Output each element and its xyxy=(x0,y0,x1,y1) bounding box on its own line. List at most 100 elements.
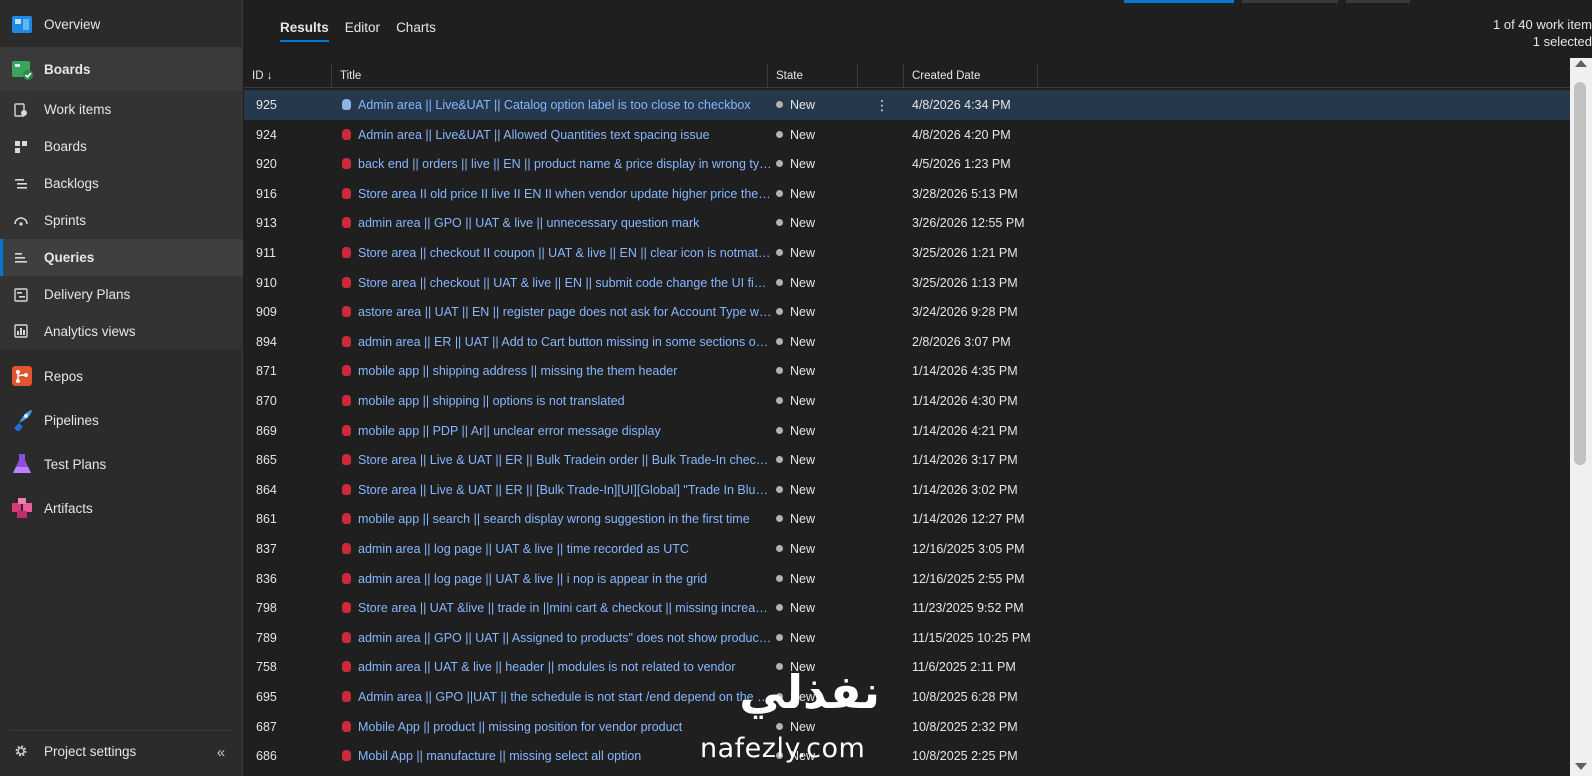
row-title-link[interactable]: mobile app || PDP || Ar|| unclear error … xyxy=(342,416,772,446)
row-title-link[interactable]: back end || orders || live || EN || prod… xyxy=(342,149,772,179)
table-row[interactable]: 871 mobile app || shipping address || mis… xyxy=(244,356,1570,386)
row-created-date: 12/16/2025 2:55 PM xyxy=(912,571,1025,586)
table-row[interactable]: 798 Store area || UAT &live || trade in |… xyxy=(244,593,1570,623)
table-row[interactable]: 910 Store area || checkout || UAT & live … xyxy=(244,268,1570,298)
bug-icon xyxy=(342,720,351,732)
collapse-sidebar-button[interactable]: « xyxy=(212,744,230,762)
table-row[interactable]: 909 astore area || UAT || EN || register … xyxy=(244,297,1570,327)
table-row[interactable]: 865 Store area || Live & UAT || ER || Bul… xyxy=(244,445,1570,475)
table-row[interactable]: 686 Mobil App || manufacture || missing s… xyxy=(244,741,1570,771)
row-title-link[interactable]: Store area || checkout II coupon || UAT … xyxy=(342,238,772,268)
sidebar: Overview Boards Work items Boards Backlo… xyxy=(0,0,243,776)
row-title-link[interactable]: Admin area || GPO ||UAT || the schedule … xyxy=(342,682,772,712)
table-row[interactable]: 869 mobile app || PDP || Ar|| unclear err… xyxy=(244,416,1570,446)
nav-boards-section[interactable]: Boards xyxy=(0,47,243,91)
row-title-text: Mobile App || product || missing positio… xyxy=(358,719,683,734)
tab-charts[interactable]: Charts xyxy=(396,20,436,42)
bug-icon xyxy=(342,543,351,554)
scroll-up-arrow-icon[interactable] xyxy=(1575,60,1587,67)
table-row[interactable]: 924 Admin area || Live&UAT || Allowed Qua… xyxy=(244,120,1570,150)
row-title-link[interactable]: mobile app || shipping address || missin… xyxy=(342,356,772,386)
sidebar-item-delivery-plans[interactable]: Delivery Plans xyxy=(0,276,243,313)
row-title-text: mobile app || shipping address || missin… xyxy=(358,364,678,379)
row-title-link[interactable]: admin area || ER || UAT || Add to Cart b… xyxy=(342,327,772,357)
table-row[interactable]: 836 admin area || log page || UAT & live … xyxy=(244,564,1570,594)
column-header-created-date[interactable]: Created Date xyxy=(904,64,1038,88)
row-title-link[interactable]: Admin area || Live&UAT || Allowed Quanti… xyxy=(342,120,772,150)
vertical-scrollbar[interactable] xyxy=(1570,58,1592,776)
row-title-link[interactable]: Store area || checkout || UAT & live || … xyxy=(342,268,772,298)
sidebar-item-boards[interactable]: Boards xyxy=(0,128,243,165)
table-row[interactable]: 861 mobile app || search || search displa… xyxy=(244,504,1570,534)
state-dot-icon xyxy=(776,219,783,227)
row-title-link[interactable]: Store area || Live & UAT || ER || [Bulk … xyxy=(342,475,772,505)
table-row[interactable]: 911 Store area || checkout II coupon || U… xyxy=(244,238,1570,268)
row-created-date: 11/15/2025 10:25 PM xyxy=(912,630,1031,645)
table-row[interactable]: 920 back end || orders || live || EN || p… xyxy=(244,149,1570,179)
nav-test-plans[interactable]: Test Plans xyxy=(0,442,243,486)
nav-pipelines-label: Pipelines xyxy=(44,412,99,428)
row-title-link[interactable]: admin area || GPO || UAT || Assigned to … xyxy=(342,623,772,653)
sidebar-item-queries[interactable]: Queries xyxy=(0,239,243,276)
tab-results[interactable]: Results xyxy=(280,20,329,42)
row-state-text: New xyxy=(790,630,816,645)
table-row[interactable]: 837 admin area || log page || UAT & live … xyxy=(244,534,1570,564)
sidebar-item-analytics-views[interactable]: Analytics views xyxy=(0,313,243,349)
row-title-link[interactable]: admin area || UAT & live || header || mo… xyxy=(342,652,772,682)
nav-artifacts[interactable]: Artifacts xyxy=(0,486,243,530)
row-title-link[interactable]: admin area || log page || UAT & live || … xyxy=(342,564,772,594)
row-state-text: New xyxy=(790,127,816,142)
nav-repos-label: Repos xyxy=(44,368,84,384)
sidebar-item-sprints[interactable]: Sprints xyxy=(0,202,243,239)
table-row[interactable]: 695 Admin area || GPO ||UAT || the schedu… xyxy=(244,682,1570,712)
row-id: 798 xyxy=(256,601,277,616)
table-row[interactable]: 894 admin area || ER || UAT || Add to Car… xyxy=(244,327,1570,357)
tab-editor[interactable]: Editor xyxy=(345,20,380,42)
table-row[interactable]: 913 admin area || GPO || UAT & live || un… xyxy=(244,208,1570,238)
toolbar-button[interactable] xyxy=(1242,0,1338,3)
nav-project-settings[interactable]: Project settings xyxy=(0,731,243,771)
row-state: New xyxy=(776,238,866,268)
more-actions-icon[interactable]: ⋮ xyxy=(875,90,889,120)
row-title-link[interactable]: Store area || Live & UAT || ER || Bulk T… xyxy=(342,445,772,475)
table-row[interactable]: 925 Admin area || Live&UAT || Catalog opt… xyxy=(244,90,1570,120)
scroll-down-arrow-icon[interactable] xyxy=(1575,763,1587,770)
row-title-text: mobile app || PDP || Ar|| unclear error … xyxy=(358,423,661,438)
state-dot-icon xyxy=(776,722,783,730)
state-dot-icon xyxy=(776,693,783,700)
column-header-state[interactable]: State xyxy=(768,64,858,88)
sidebar-item-work-items[interactable]: Work items xyxy=(0,91,243,128)
table-row[interactable]: 687 Mobile App || product || missing posi… xyxy=(244,712,1570,742)
row-title-link[interactable]: mobile app || shipping || options is not… xyxy=(342,386,772,416)
state-dot-icon xyxy=(776,515,783,523)
row-title-link[interactable]: Store area II old price II live II EN II… xyxy=(342,179,772,209)
state-dot-icon xyxy=(776,633,783,641)
table-row[interactable]: 864 Store area || Live & UAT || ER || [Bu… xyxy=(244,475,1570,505)
row-title-link[interactable]: admin area || GPO || UAT & live || unnec… xyxy=(342,208,772,238)
table-row[interactable]: 870 mobile app || shipping || options is … xyxy=(244,386,1570,416)
nav-project-settings-label: Project settings xyxy=(44,743,137,759)
row-id: 913 xyxy=(256,216,277,231)
row-title-text: admin area || GPO || UAT & live || unnec… xyxy=(358,216,700,231)
row-state: New xyxy=(776,623,866,653)
nav-pipelines[interactable]: Pipelines xyxy=(0,398,243,442)
scroll-thumb[interactable] xyxy=(1574,82,1586,465)
row-title-link[interactable]: mobile app || search || search display w… xyxy=(342,504,772,534)
row-title-link[interactable]: Admin area || Live&UAT || Catalog option… xyxy=(342,90,772,120)
column-header-title[interactable]: Title xyxy=(332,64,768,88)
row-title-link[interactable]: admin area || log page || UAT & live || … xyxy=(342,534,772,564)
primary-toolbar-button[interactable] xyxy=(1124,0,1234,3)
bug-icon xyxy=(342,602,351,614)
table-row[interactable]: 789 admin area || GPO || UAT || Assigned … xyxy=(244,623,1570,653)
row-title-text: back end || orders || live || EN || prod… xyxy=(358,157,772,172)
row-title-link[interactable]: astore area || UAT || EN || register pag… xyxy=(342,297,772,327)
sidebar-item-backlogs[interactable]: Backlogs xyxy=(0,165,243,202)
nav-overview[interactable]: Overview xyxy=(0,4,243,44)
table-row[interactable]: 758 admin area || UAT & live || header ||… xyxy=(244,652,1570,682)
nav-repos[interactable]: Repos xyxy=(0,354,243,398)
table-row[interactable]: 916 Store area II old price II live II EN… xyxy=(244,179,1570,209)
row-state: New xyxy=(776,208,866,238)
row-title-link[interactable]: Store area || UAT &live || trade in ||mi… xyxy=(342,593,772,623)
column-header-id[interactable]: ID ↓ xyxy=(244,64,332,88)
toolbar-button[interactable] xyxy=(1346,0,1410,3)
